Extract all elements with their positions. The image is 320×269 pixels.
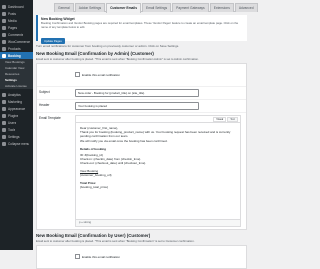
sidebar-item-dashboard[interactable]: Dashboard: [0, 3, 33, 10]
email-template-editor[interactable]: Visual Text Dear {customer_first_name}, …: [75, 115, 241, 227]
panel-description: Email sent to customer after booking is …: [36, 57, 199, 61]
header-row: Header Your booking is placed: [37, 100, 246, 113]
editor-status-path: p » strong: [76, 219, 240, 226]
dashboard-icon: [2, 4, 6, 9]
header-input[interactable]: Your booking is placed: [75, 102, 199, 110]
plug-icon: [2, 113, 6, 118]
sidebar-item-users[interactable]: Users: [0, 119, 33, 126]
enable-checkbox[interactable]: [75, 72, 80, 78]
editor-content[interactable]: Dear {customer_first_name}, Thank you fo…: [76, 122, 240, 219]
tab-customer-emails[interactable]: Customer Emails: [106, 3, 142, 13]
sidebar-item-media[interactable]: Media: [0, 17, 33, 24]
sidebar-item-plugins[interactable]: Plugins: [0, 112, 33, 119]
notice-text: Booking Confirmation and Vendor Booking …: [41, 21, 239, 29]
template-label: Email Template: [39, 116, 61, 120]
sidebar-item-marketing[interactable]: Marketing: [0, 98, 33, 105]
tab-payment-gateways[interactable]: Payment Gateways: [172, 3, 209, 12]
tab-extensions[interactable]: Extensions: [209, 3, 234, 12]
subject-row: Subject New order - Booking for {product…: [37, 87, 246, 100]
sidebar-item-comments[interactable]: Comments: [0, 31, 33, 38]
calendar-icon: [2, 53, 6, 58]
email-settings-box-2: Enable this email notification: [36, 245, 247, 269]
email-settings-box: Enable this email notification Subject N…: [36, 63, 247, 230]
box-icon: [2, 46, 6, 51]
megaphone-icon: [2, 99, 6, 104]
wrench-icon: [2, 127, 6, 132]
total-value: {booking_total_price}: [80, 185, 109, 190]
settings-tabs: General Addon Settings Customer Emails E…: [54, 3, 258, 13]
intro-text: Turn email notifications for customer fr…: [36, 44, 180, 48]
page-icon: [2, 25, 6, 30]
sidebar-item-pages[interactable]: Pages: [0, 24, 33, 31]
sidebar-item-booking[interactable]: Booking: [0, 52, 33, 59]
chart-icon: [2, 92, 6, 97]
sidebar-item-analytics[interactable]: Analytics: [0, 91, 33, 98]
tab-email-settings[interactable]: Email Settings: [142, 3, 172, 12]
enable-row: Enable this email notification: [37, 64, 246, 87]
media-icon: [2, 18, 6, 23]
brush-icon: [2, 106, 6, 111]
panel-title: New Booking Email (Confirmation by Admin…: [36, 51, 154, 56]
enable-label-2: Enable this email notification: [82, 254, 121, 259]
sidebar-item-woocommerce[interactable]: WooCommerce: [0, 38, 33, 45]
template-row: Email Template Visual Text Dear {custome…: [37, 113, 246, 229]
tab-addon-settings[interactable]: Addon Settings: [74, 3, 106, 12]
collapse-icon: [2, 141, 6, 146]
sidebar-item-products[interactable]: Products: [0, 45, 33, 52]
sidebar-item-tools[interactable]: Tools: [0, 126, 33, 133]
header-label: Header: [39, 103, 50, 107]
body-line-1: Thank you for booking {booking_product_n…: [80, 130, 231, 139]
subject-input[interactable]: New order - Booking for {product_title} …: [75, 89, 199, 97]
sidebar-item-settings[interactable]: Settings: [0, 133, 33, 140]
user-icon: [2, 120, 6, 125]
enable-label: Enable this email notification: [82, 72, 121, 77]
enable-checkbox-2[interactable]: [75, 254, 80, 260]
main-content: General Addon Settings Customer Emails E…: [36, 3, 258, 269]
comment-icon: [2, 32, 6, 37]
tab-general[interactable]: General: [54, 3, 74, 12]
tab-advanced[interactable]: Advanced: [234, 3, 258, 12]
panel2-description: Email sent to customer after booking is …: [36, 239, 195, 243]
sidebar-item-appearance[interactable]: Appearance: [0, 105, 33, 112]
info-notice: New Booking Widget Booking Confirmation …: [36, 15, 247, 45]
woo-icon: [2, 39, 6, 44]
settings-icon: [2, 134, 6, 139]
sidebar-item-posts[interactable]: Posts: [0, 10, 33, 17]
sidebar-item-collapse[interactable]: Collapse menu: [0, 140, 33, 147]
pin-icon: [2, 11, 6, 16]
panel2-title: New Booking Email (Confirmation by User)…: [36, 233, 151, 238]
admin-sidebar: Dashboard Posts Media Pages Comments Woo…: [0, 0, 33, 250]
subject-label: Subject: [39, 90, 50, 94]
